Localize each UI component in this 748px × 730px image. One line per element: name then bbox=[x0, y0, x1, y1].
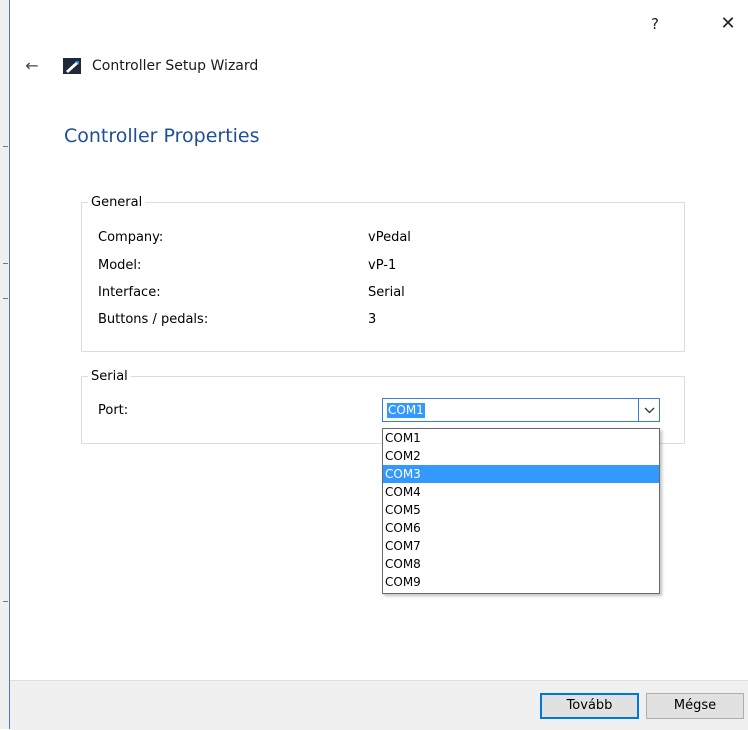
buttons-pedals-value: 3 bbox=[368, 312, 377, 327]
general-group: General bbox=[81, 195, 685, 352]
interface-label: Interface: bbox=[98, 285, 161, 300]
serial-legend: Serial bbox=[91, 369, 128, 384]
app-logo-icon bbox=[63, 58, 81, 74]
edge-mark bbox=[3, 601, 8, 602]
buttons-pedals-label: Buttons / pedals: bbox=[98, 312, 209, 327]
port-dropdown-toggle[interactable] bbox=[638, 399, 659, 421]
port-option-com8[interactable]: COM8 bbox=[383, 555, 659, 573]
edge-mark bbox=[3, 146, 8, 147]
edge-mark bbox=[3, 298, 8, 299]
model-value: vP-1 bbox=[368, 258, 397, 273]
model-label: Model: bbox=[98, 258, 142, 273]
port-option-com3[interactable]: COM3 bbox=[383, 465, 659, 483]
back-button[interactable]: ← bbox=[22, 56, 42, 76]
window-left-edge bbox=[0, 0, 10, 729]
port-label: Port: bbox=[98, 403, 129, 418]
port-option-com7[interactable]: COM7 bbox=[383, 537, 659, 555]
wizard-window bbox=[10, 0, 748, 729]
company-value: vPedal bbox=[368, 230, 411, 245]
port-selected-value: COM1 bbox=[387, 403, 425, 418]
port-option-com2[interactable]: COM2 bbox=[383, 447, 659, 465]
app-title: Controller Setup Wizard bbox=[92, 58, 259, 74]
interface-value: Serial bbox=[368, 285, 405, 300]
company-label: Company: bbox=[98, 230, 164, 245]
port-option-com1[interactable]: COM1 bbox=[383, 429, 659, 447]
edge-mark bbox=[3, 263, 8, 264]
close-button[interactable]: ✕ bbox=[716, 14, 740, 34]
port-option-com4[interactable]: COM4 bbox=[383, 483, 659, 501]
cancel-button[interactable]: Mégse bbox=[646, 693, 744, 719]
port-option-com9[interactable]: COM9 bbox=[383, 573, 659, 591]
chevron-down-icon bbox=[644, 407, 654, 413]
port-dropdown-list: COM1 COM2 COM3 COM4 COM5 COM6 COM7 COM8 … bbox=[382, 428, 660, 594]
help-button[interactable]: ? bbox=[645, 14, 665, 34]
general-legend: General bbox=[91, 195, 143, 210]
page-title: Controller Properties bbox=[64, 125, 260, 147]
port-combobox[interactable]: COM1 bbox=[382, 398, 660, 422]
port-option-com5[interactable]: COM5 bbox=[383, 501, 659, 519]
port-option-com6[interactable]: COM6 bbox=[383, 519, 659, 537]
next-button[interactable]: Tovább bbox=[540, 693, 639, 719]
